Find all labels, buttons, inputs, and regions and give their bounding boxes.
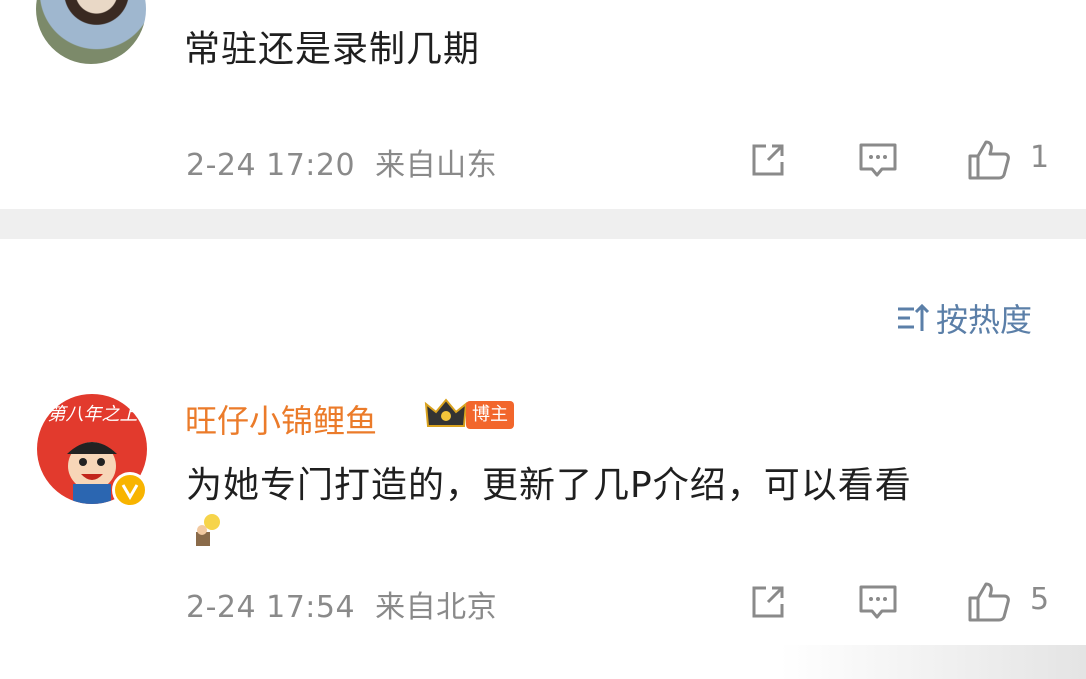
- like-count: 5: [1030, 582, 1050, 617]
- comment-meta: 2-24 17:20 来自山东: [186, 140, 497, 184]
- comment-location: 来自北京: [375, 590, 498, 625]
- verified-badge-icon: [112, 472, 148, 508]
- share-icon[interactable]: [748, 582, 788, 622]
- blogger-badge: 博主: [466, 401, 514, 429]
- comment-text: 为她专门打造的，更新了几P介绍，可以看看: [186, 465, 912, 506]
- like-icon[interactable]: [966, 580, 1012, 624]
- comment-icon[interactable]: [858, 582, 898, 622]
- username[interactable]: 旺仔小锦鲤鱼: [185, 396, 377, 442]
- section-divider: [0, 209, 1086, 239]
- comment-icon[interactable]: [858, 140, 898, 180]
- comment-text: 常驻还是录制几期: [184, 29, 481, 70]
- comment-time: 2-24 17:54: [186, 590, 356, 625]
- like-count: 1: [1030, 140, 1050, 175]
- comment-location: 来自山东: [375, 148, 498, 183]
- avatar[interactable]: [36, 0, 146, 64]
- sort-label: 按热度: [936, 301, 1033, 339]
- crown-badge-icon: [424, 398, 468, 427]
- bottom-edge-fade: [780, 645, 1086, 679]
- sort-toggle[interactable]: 按热度: [896, 295, 1032, 341]
- sort-icon: [898, 303, 930, 331]
- comment-time: 2-24 17:20: [186, 148, 356, 183]
- lightbulb-person-emoji-icon: [196, 514, 220, 546]
- comment-meta: 2-24 17:54 来自北京: [186, 582, 497, 626]
- avatar-caption: 第八年之上: [47, 404, 138, 425]
- like-icon[interactable]: [966, 138, 1012, 182]
- share-icon[interactable]: [748, 140, 788, 180]
